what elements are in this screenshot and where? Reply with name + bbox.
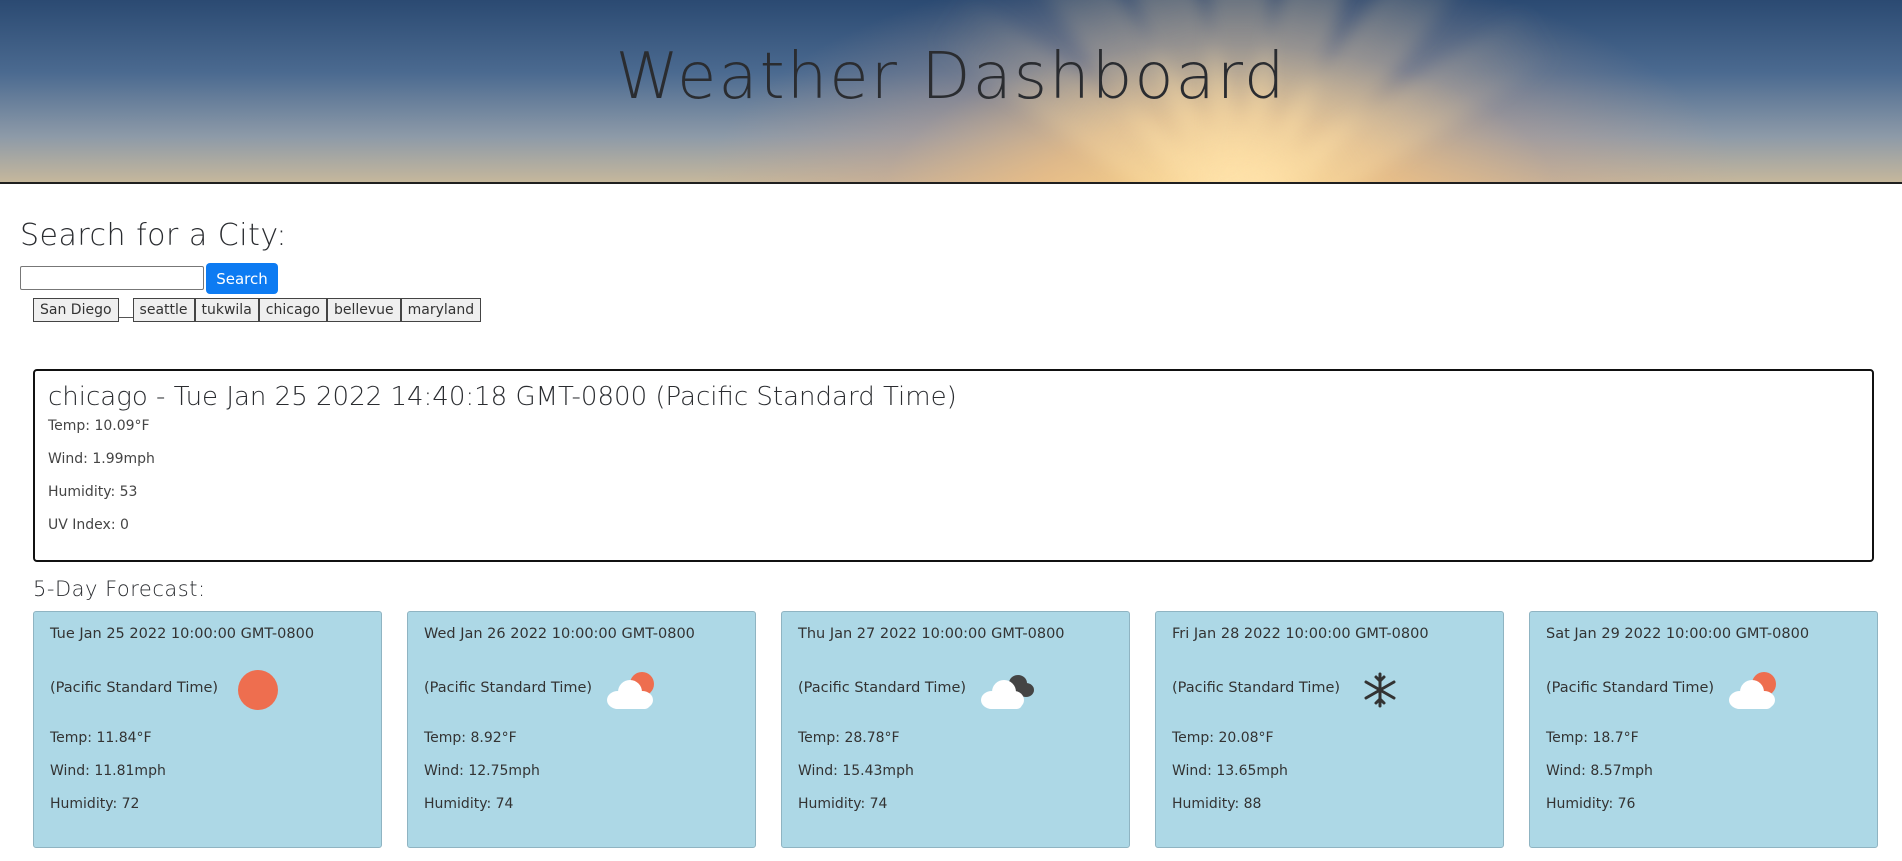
forecast-humidity: Humidity: 76	[1546, 796, 1636, 812]
forecast-temp: Temp: 18.7°F	[1546, 730, 1639, 746]
history-button-san-diego[interactable]: San Diego	[33, 298, 119, 322]
forecast-date: Wed Jan 26 2022 10:00:00 GMT-0800	[424, 626, 695, 642]
current-humidity: Humidity: 53	[48, 484, 138, 500]
history-button-seattle[interactable]: seattle	[132, 298, 195, 322]
sun-icon	[238, 670, 278, 710]
forecast-date: Sat Jan 29 2022 10:00:00 GMT-0800	[1546, 626, 1810, 642]
forecast-temp: Temp: 20.08°F	[1172, 730, 1274, 746]
search-button[interactable]: Search	[206, 263, 278, 294]
forecast-temp: Temp: 28.78°F	[798, 730, 900, 746]
forecast-wind: Wind: 12.75mph	[424, 763, 540, 779]
forecast-wind: Wind: 15.43mph	[798, 763, 914, 779]
history-button-chicago[interactable]: chicago	[258, 298, 327, 322]
forecast-humidity: Humidity: 74	[798, 796, 888, 812]
current-weather-title: chicago - Tue Jan 25 2022 14:40:18 GMT-0…	[48, 382, 957, 412]
forecast-timezone: (Pacific Standard Time)	[1546, 680, 1715, 696]
forecast-date: Thu Jan 27 2022 10:00:00 GMT-0800	[798, 626, 1065, 642]
current-wind: Wind: 1.99mph	[48, 451, 155, 467]
forecast-card: Sat Jan 29 2022 10:00:00 GMT-0800 (Pacif…	[1529, 611, 1878, 848]
forecast-timezone: (Pacific Standard Time)	[424, 680, 593, 696]
partly-cloudy-icon	[1729, 672, 1776, 709]
history-button-bellevue[interactable]: bellevue	[326, 298, 401, 322]
cloudy-icon	[981, 675, 1034, 709]
forecast-card: Thu Jan 27 2022 10:00:00 GMT-0800 (Pacif…	[781, 611, 1130, 848]
forecast-card: Tue Jan 25 2022 10:00:00 GMT-0800 (Pacif…	[33, 611, 382, 848]
forecast-temp: Temp: 8.92°F	[424, 730, 517, 746]
city-search-input[interactable]	[20, 266, 204, 290]
snowflake-icon	[1364, 672, 1396, 708]
forecast-wind: Wind: 13.65mph	[1172, 763, 1288, 779]
page-title: Weather Dashboard	[615, 40, 1287, 114]
forecast-timezone: (Pacific Standard Time)	[50, 680, 219, 696]
forecast-humidity: Humidity: 88	[1172, 796, 1262, 812]
header-banner: Weather Dashboard	[0, 0, 1902, 184]
current-weather-panel: chicago - Tue Jan 25 2022 14:40:18 GMT-0…	[33, 369, 1874, 562]
forecast-date: Fri Jan 28 2022 10:00:00 GMT-0800	[1172, 626, 1429, 642]
forecast-humidity: Humidity: 72	[50, 796, 140, 812]
search-heading: Search for a City:	[20, 218, 288, 253]
forecast-temp: Temp: 11.84°F	[50, 730, 152, 746]
forecast-heading: 5-Day Forecast:	[33, 577, 206, 601]
search-history: San Diego seattle tukwila chicago bellev…	[33, 294, 482, 322]
history-button-tukwila[interactable]: tukwila	[194, 298, 259, 322]
forecast-card: Fri Jan 28 2022 10:00:00 GMT-0800 (Pacif…	[1155, 611, 1504, 848]
partly-cloudy-icon	[607, 672, 654, 709]
forecast-timezone: (Pacific Standard Time)	[798, 680, 967, 696]
current-uv-index: UV Index: 0	[48, 517, 129, 533]
history-button-maryland[interactable]: maryland	[400, 298, 482, 322]
forecast-wind: Wind: 11.81mph	[50, 763, 166, 779]
forecast-card: Wed Jan 26 2022 10:00:00 GMT-0800 (Pacif…	[407, 611, 756, 848]
history-separator	[118, 294, 133, 318]
forecast-date: Tue Jan 25 2022 10:00:00 GMT-0800	[50, 626, 315, 642]
forecast-timezone: (Pacific Standard Time)	[1172, 680, 1341, 696]
forecast-humidity: Humidity: 74	[424, 796, 514, 812]
forecast-wind: Wind: 8.57mph	[1546, 763, 1653, 779]
current-temp: Temp: 10.09°F	[48, 418, 150, 434]
